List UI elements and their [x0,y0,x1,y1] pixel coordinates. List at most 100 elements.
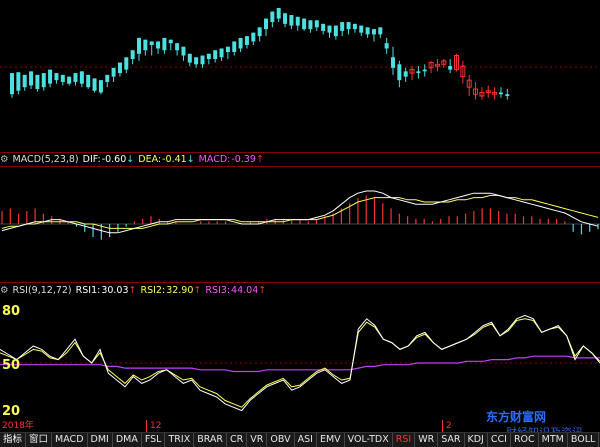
candle-body [238,37,243,49]
candle-body [200,55,205,65]
price-chart-pane[interactable] [0,0,600,152]
candle-body [289,15,294,26]
rsi3-arrow: ↑ [258,285,267,296]
rsi3-line [0,355,600,373]
candle-body [168,39,173,44]
tab-指标[interactable]: 指标 [0,433,27,447]
candle-body [111,67,116,77]
rsi-indicator-name[interactable]: RSI(9,12,72) [13,285,72,296]
tab-vr[interactable]: VR [247,433,268,447]
candle-body [308,20,313,30]
gear-icon[interactable]: ⚙ [0,285,9,296]
candle-body [251,32,256,42]
tab-dmi[interactable]: DMI [88,433,113,447]
candle-body [175,43,180,51]
indicator-tab-bar: 指标 窗口 MACD DMI DMA FSL TRIX BRAR CR VR OBV ASI EMV VO… [0,432,600,447]
candle-body [365,27,370,35]
candle-body [295,16,300,26]
tab-macd[interactable]: MACD [52,433,88,447]
macd-indicator-name[interactable]: MACD(5,23,8) [13,154,79,165]
candle-body [378,27,383,35]
candle-body [206,53,211,60]
candle-body [48,69,53,84]
tab-cr[interactable]: CR [227,433,248,447]
tab-asi[interactable]: ASI [295,433,317,447]
tab-brar[interactable]: BRAR [194,433,228,447]
macd-header: ⚙ MACD(5,23,8) DIF:-0.60↓ DEA:-0.41↓ MACD:-0… [0,153,268,167]
tab-rsi[interactable]: RSI [393,433,416,447]
candle-body [86,74,91,88]
tab-cci[interactable]: CCI [488,433,511,447]
candle-body [35,74,40,89]
dea-arrow: ↓ [186,154,195,165]
dif-label: DIF: [82,154,101,165]
candle-body [371,29,376,35]
candlestick-chart[interactable] [0,0,600,152]
tab-wr[interactable]: WR [415,433,439,447]
rsi2-value: 32.90 [166,285,194,296]
candle-body [181,46,186,56]
candle-body [505,94,510,96]
rsi1-label: RSI1: [75,285,101,296]
candle-body [327,25,332,33]
rsi-header: ⚙ RSI(9,12,72) RSI1:30.03↑ RSI2:32.90↑ RSI3:… [0,284,270,298]
rsi3-value: 44.04 [231,285,259,296]
candle-body [448,66,453,70]
tab-trix[interactable]: TRIX [165,433,195,447]
candle-body [276,8,281,19]
watermark-line1: 东方财富网 [486,410,547,424]
dea-value: -0.41 [162,154,187,165]
candle-body [194,57,199,65]
candle-body [397,64,402,81]
candle-body [156,41,161,49]
pane-separator [0,282,600,283]
candle-body [98,80,103,93]
candle-body [302,18,307,30]
candle-body [346,22,351,30]
rsi-pane[interactable]: ⚙ RSI(9,12,72) RSI1:30.03↑ RSI2:32.90↑ RSI3:… [0,282,600,420]
candle-body [187,53,192,63]
macd-pane[interactable]: ⚙ MACD(5,23,8) DIF:-0.60↓ DEA:-0.41↓ MACD:-0… [0,152,600,282]
candle-body [283,13,288,24]
tab-dma[interactable]: DMA [113,433,142,447]
candle-body [137,37,141,54]
tab-mtm[interactable]: MTM [539,433,568,447]
candle-body [117,62,122,74]
date-tick [146,420,147,432]
candle-body [225,46,230,52]
rsi-axis-top: 80 [2,304,21,319]
candle-body [54,73,59,81]
candle-body [244,36,249,45]
candle-body [16,72,21,91]
tab-roc[interactable]: ROC [511,433,539,447]
tab-vol-tdx[interactable]: VOL-TDX [345,433,393,447]
dif-arrow: ↓ [126,154,135,165]
rsi-chart[interactable] [0,298,600,422]
candle-body [162,37,167,51]
candle-body [422,69,427,72]
gear-icon[interactable]: ⚙ [0,154,9,165]
date-tick [442,420,443,432]
candle-body [219,48,224,58]
candle-body [416,71,421,74]
tab-kdj[interactable]: KDJ [465,433,488,447]
candle-body [403,71,408,77]
candle-body [391,57,395,68]
dif-value: -0.60 [101,154,127,165]
candle-body [60,74,65,82]
macd-chart[interactable] [0,167,600,281]
candle-body [498,92,503,95]
tab-sar[interactable]: SAR [438,433,465,447]
rsi1-value: 30.03 [101,285,129,296]
tab-obv[interactable]: OBV [267,433,295,447]
tab-emv[interactable]: EMV [317,433,345,447]
date-label-last: 2 [446,421,452,431]
macd-value: -0.39 [231,154,256,165]
candle-body [340,22,345,31]
candle-body [264,18,268,30]
dea-label: DEA: [138,154,162,165]
tab-fsl[interactable]: FSL [142,433,166,447]
tab-窗口[interactable]: 窗口 [26,433,53,447]
tab-boll[interactable]: BOLL [568,433,600,447]
candle-body [130,50,135,60]
